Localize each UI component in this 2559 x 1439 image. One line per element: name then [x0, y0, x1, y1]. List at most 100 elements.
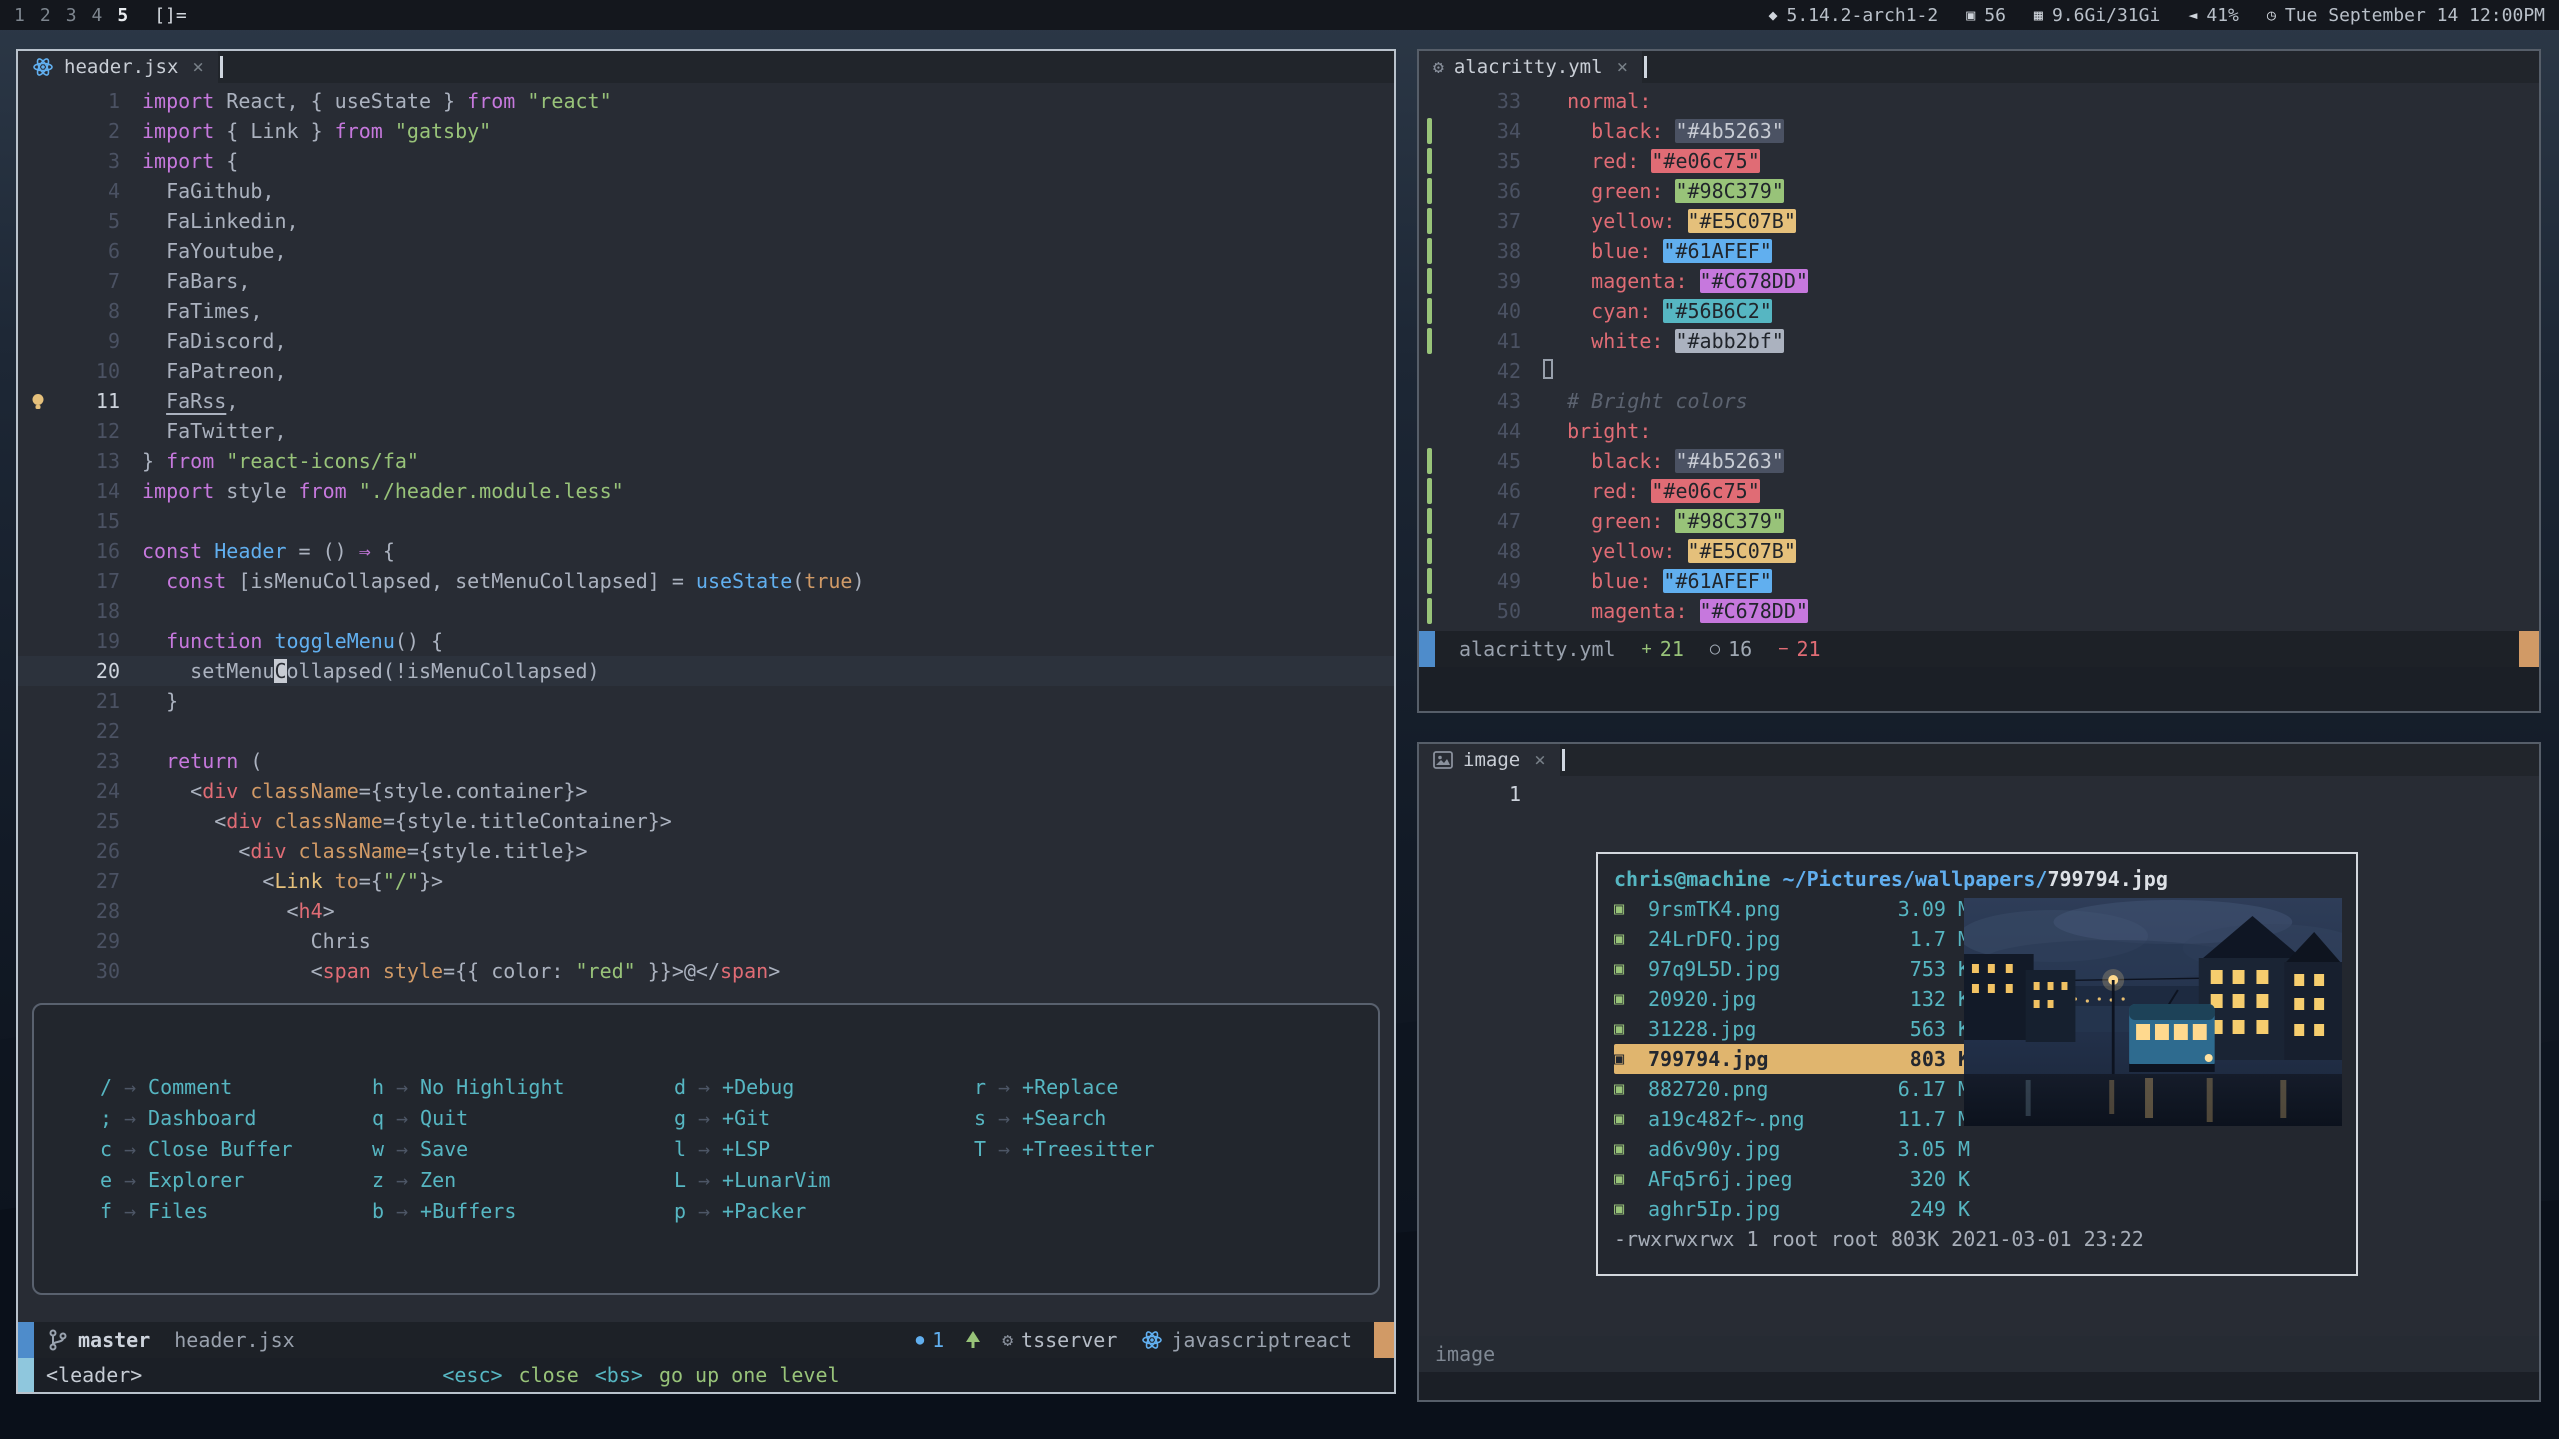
workspace-tag-1[interactable]: 1: [14, 5, 25, 26]
code-line[interactable]: 38 blue: "#61AFEF": [1419, 236, 2539, 266]
whichkey-item[interactable]: ;→Dashboard: [90, 1102, 362, 1133]
code-line[interactable]: 26 <div className={style.title}>: [18, 836, 1394, 866]
file-row[interactable]: ▣a19c482f~.png11.7 M: [1614, 1104, 1970, 1134]
code-line[interactable]: 42: [1419, 356, 2539, 386]
file-row[interactable]: ▣AFq5r6j.jpeg320 K: [1614, 1164, 1970, 1194]
code-line[interactable]: 29 Chris: [18, 926, 1394, 956]
file-row[interactable]: ▣24LrDFQ.jpg1.7 M: [1614, 924, 1970, 954]
tab-image[interactable]: image ×: [1419, 744, 1560, 776]
terminal-content[interactable]: 1 chris@machine~/Pictures/wallpapers/799…: [1419, 776, 2539, 1336]
whichkey-item[interactable]: q→Quit: [362, 1102, 664, 1133]
whichkey-item[interactable]: h→No Highlight: [362, 1071, 664, 1102]
code-line[interactable]: 12 FaTwitter,: [18, 416, 1394, 446]
whichkey-item[interactable]: s→+Search: [964, 1102, 1358, 1133]
code-line[interactable]: 1: [1419, 779, 2539, 809]
whichkey-item[interactable]: L→+LunarVim: [664, 1164, 964, 1195]
workspace-tag-4[interactable]: 4: [92, 5, 103, 26]
terminal-window[interactable]: image × 1 chris@machine~/Pictures/wallpa…: [1417, 742, 2541, 1402]
code-line[interactable]: 33 normal:: [1419, 86, 2539, 116]
cmdline-left[interactable]: <leader> <esc> close <bs> go up one leve…: [18, 1358, 1394, 1392]
file-row[interactable]: ▣aghr5Ip.jpg249 K: [1614, 1194, 1970, 1224]
code-line[interactable]: 23 return (: [18, 746, 1394, 776]
code-line[interactable]: 20 setMenuCollapsed(!isMenuCollapsed): [18, 656, 1394, 686]
whichkey-item[interactable]: c→Close Buffer: [90, 1133, 362, 1164]
code-line[interactable]: 35 red: "#e06c75": [1419, 146, 2539, 176]
editor-window-right[interactable]: ⚙ alacritty.yml × 33 normal:34 black: "#…: [1417, 49, 2541, 713]
file-row[interactable]: ▣9rsmTK4.png3.09 M: [1614, 894, 1970, 924]
whichkey-item[interactable]: /→Comment: [90, 1071, 362, 1102]
whichkey-item[interactable]: p→+Packer: [664, 1195, 964, 1226]
code-line[interactable]: 11 FaRss,: [18, 386, 1394, 416]
code-line[interactable]: 30 <span style={{ color: "red" }}>@</spa…: [18, 956, 1394, 986]
whichkey-item[interactable]: d→+Debug: [664, 1071, 964, 1102]
diagnostic-count[interactable]: ● 1: [916, 1328, 944, 1352]
close-icon[interactable]: ×: [192, 56, 203, 78]
whichkey-item[interactable]: l→+LSP: [664, 1133, 964, 1164]
whichkey-item[interactable]: f→Files: [90, 1195, 362, 1226]
code-line[interactable]: 5 FaLinkedin,: [18, 206, 1394, 236]
code-line[interactable]: 14import style from "./header.module.les…: [18, 476, 1394, 506]
code-line[interactable]: 28 <h4>: [18, 896, 1394, 926]
scroll-indicator[interactable]: [1374, 1322, 1394, 1358]
workspace-tag-5[interactable]: 5: [117, 5, 128, 26]
code-line[interactable]: 17 const [isMenuCollapsed, setMenuCollap…: [18, 566, 1394, 596]
code-line[interactable]: 37 yellow: "#E5C07B": [1419, 206, 2539, 236]
file-row[interactable]: ▣882720.png6.17 M: [1614, 1074, 1970, 1104]
cmdline-image[interactable]: [1419, 1372, 2539, 1400]
tab-alacritty-yml[interactable]: ⚙ alacritty.yml ×: [1419, 51, 1642, 83]
tab-header-jsx[interactable]: header.jsx ×: [18, 51, 218, 83]
code-line[interactable]: 43 # Bright colors: [1419, 386, 2539, 416]
file-row[interactable]: ▣97q9L5D.jpg753 K: [1614, 954, 1970, 984]
code-line[interactable]: 48 yellow: "#E5C07B": [1419, 536, 2539, 566]
git-branch-name[interactable]: master: [78, 1328, 150, 1352]
whichkey-item[interactable]: g→+Git: [664, 1102, 964, 1133]
code-line[interactable]: 3import {: [18, 146, 1394, 176]
code-line[interactable]: 36 green: "#98C379": [1419, 176, 2539, 206]
whichkey-item[interactable]: z→Zen: [362, 1164, 664, 1195]
right-code[interactable]: 33 normal:34 black: "#4b5263"35 red: "#e…: [1419, 83, 2539, 631]
code-line[interactable]: 13} from "react-icons/fa": [18, 446, 1394, 476]
code-line[interactable]: 4 FaGithub,: [18, 176, 1394, 206]
code-line[interactable]: 8 FaTimes,: [18, 296, 1394, 326]
file-row[interactable]: ▣799794.jpg803 K: [1614, 1044, 1970, 1074]
code-line[interactable]: 21 }: [18, 686, 1394, 716]
code-line[interactable]: 10 FaPatreon,: [18, 356, 1394, 386]
cmdline-right[interactable]: [1419, 667, 2539, 711]
code-line[interactable]: 24 <div className={style.container}>: [18, 776, 1394, 806]
workspace-tag-3[interactable]: 3: [66, 5, 77, 26]
whichkey-item[interactable]: e→Explorer: [90, 1164, 362, 1195]
code-line[interactable]: 47 green: "#98C379": [1419, 506, 2539, 536]
whichkey-item[interactable]: b→+Buffers: [362, 1195, 664, 1226]
code-line[interactable]: 15: [18, 506, 1394, 536]
file-row[interactable]: ▣20920.jpg132 K: [1614, 984, 1970, 1014]
code-line[interactable]: 40 cyan: "#56B6C2": [1419, 296, 2539, 326]
layout-indicator[interactable]: []=: [154, 5, 187, 26]
scroll-indicator[interactable]: [2519, 631, 2539, 667]
whichkey-item[interactable]: r→+Replace: [964, 1071, 1358, 1102]
code-line[interactable]: 6 FaYoutube,: [18, 236, 1394, 266]
close-icon[interactable]: ×: [1534, 749, 1545, 771]
code-line[interactable]: 25 <div className={style.titleContainer}…: [18, 806, 1394, 836]
code-line[interactable]: 7 FaBars,: [18, 266, 1394, 296]
code-line[interactable]: 22: [18, 716, 1394, 746]
code-line[interactable]: 34 black: "#4b5263": [1419, 116, 2539, 146]
code-line[interactable]: 27 <Link to={"/"}>: [18, 866, 1394, 896]
whichkey-item[interactable]: w→Save: [362, 1133, 664, 1164]
code-line[interactable]: 9 FaDiscord,: [18, 326, 1394, 356]
close-icon[interactable]: ×: [1617, 56, 1628, 78]
file-row[interactable]: ▣31228.jpg563 K: [1614, 1014, 1970, 1044]
code-line[interactable]: 1import React, { useState } from "react": [18, 86, 1394, 116]
code-line[interactable]: 50 magenta: "#C678DD": [1419, 596, 2539, 626]
code-line[interactable]: 39 magenta: "#C678DD": [1419, 266, 2539, 296]
code-line[interactable]: 18: [18, 596, 1394, 626]
code-line[interactable]: 49 blue: "#61AFEF": [1419, 566, 2539, 596]
editor-window-left[interactable]: header.jsx × 1import React, { useState }…: [16, 49, 1396, 1394]
whichkey-item[interactable]: T→+Treesitter: [964, 1133, 1358, 1164]
code-line[interactable]: 44 bright:: [1419, 416, 2539, 446]
file-row[interactable]: ▣ad6v90y.jpg3.05 M: [1614, 1134, 1970, 1164]
code-line[interactable]: 45 black: "#4b5263": [1419, 446, 2539, 476]
code-line[interactable]: 46 red: "#e06c75": [1419, 476, 2539, 506]
code-line[interactable]: 19 function toggleMenu() {: [18, 626, 1394, 656]
code-line[interactable]: 16const Header = () ⇒ {: [18, 536, 1394, 566]
code-line[interactable]: 2import { Link } from "gatsby": [18, 116, 1394, 146]
